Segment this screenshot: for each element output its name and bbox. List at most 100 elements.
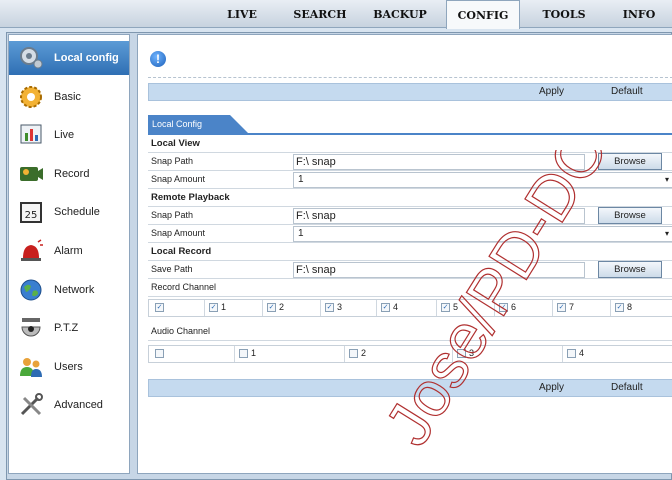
- snap-amount-value: 1: [298, 228, 304, 239]
- chevron-down-icon: ▾: [664, 175, 669, 184]
- divider: [148, 77, 672, 78]
- channel-label: 7: [569, 302, 575, 312]
- save-path-row: Save Path F:\ snap Browse: [148, 261, 672, 279]
- sidebar-item-advanced[interactable]: Advanced: [9, 388, 129, 422]
- tab-tools[interactable]: TOOLS: [534, 0, 594, 28]
- audio-checkbox[interactable]: [239, 349, 248, 358]
- remote-snap-path-input[interactable]: F:\ snap: [293, 208, 585, 224]
- apply-button[interactable]: Apply: [539, 86, 564, 97]
- channel-cell: ✓ 2: [263, 300, 321, 316]
- tab-search[interactable]: SEARCH: [290, 0, 350, 28]
- channel-label: 4: [393, 302, 399, 312]
- select-all-checkbox[interactable]: ✓: [155, 303, 164, 312]
- channel-cell: ✓ 4: [377, 300, 437, 316]
- channel-label: 3: [337, 302, 343, 312]
- browse-button[interactable]: Browse: [598, 207, 662, 224]
- audio-checkbox[interactable]: [457, 349, 466, 358]
- audio-label: 1: [251, 348, 257, 358]
- snap-path-input[interactable]: F:\ snap: [293, 154, 585, 170]
- chart-icon: [20, 124, 42, 144]
- snap-amount-value: 1: [298, 174, 304, 185]
- tab-config[interactable]: CONFIG: [446, 0, 520, 29]
- remote-snap-amount-row: Snap Amount 1 ▾: [148, 225, 672, 243]
- browse-button[interactable]: Browse: [598, 261, 662, 278]
- sidebar-item-schedule[interactable]: 25 Schedule: [9, 195, 129, 229]
- audio-label: 4: [579, 348, 585, 358]
- channel-checkbox[interactable]: ✓: [615, 303, 624, 312]
- channel-checkbox[interactable]: ✓: [325, 303, 334, 312]
- record-channel-row: Record Channel: [148, 279, 672, 297]
- channel-label: 2: [279, 302, 285, 312]
- audio-checkbox[interactable]: [349, 349, 358, 358]
- channel-checkbox[interactable]: ✓: [441, 303, 450, 312]
- default-button[interactable]: Default: [611, 382, 643, 393]
- chevron-down-icon: ▾: [664, 229, 669, 238]
- sidebar-item-local-config[interactable]: Local config: [9, 41, 129, 75]
- channel-label: 8: [627, 302, 633, 312]
- sidebar-item-record[interactable]: Record: [9, 157, 129, 191]
- channel-checkbox[interactable]: ✓: [557, 303, 566, 312]
- sidebar-item-label: Record: [54, 168, 90, 180]
- remote-snap-path-row: Snap Path F:\ snap Browse: [148, 207, 672, 225]
- sidebar-item-users[interactable]: Users: [9, 350, 129, 384]
- main-panel: ! Apply Default Local Config Local View …: [137, 34, 672, 474]
- globe-icon: [20, 279, 42, 301]
- channel-cell: ✓ 5: [437, 300, 495, 316]
- camera-icon: [21, 318, 41, 337]
- tab-live[interactable]: LIVE: [218, 0, 266, 28]
- channel-label: 5: [453, 302, 459, 312]
- channel-checkbox[interactable]: ✓: [209, 303, 218, 312]
- top-nav: LIVE SEARCH BACKUP CONFIG TOOLS INFO: [0, 0, 672, 29]
- tab-backup[interactable]: BACKUP: [370, 0, 430, 28]
- calendar-icon: 25: [20, 202, 42, 223]
- section-tab-local-config[interactable]: Local Config: [148, 115, 248, 133]
- audio-label: 3: [469, 348, 475, 358]
- sidebar-item-label: Schedule: [54, 206, 100, 218]
- channel-cell: ✓ 3: [321, 300, 377, 316]
- sidebar: Local config Basic Live Record 25 Schedu…: [8, 34, 130, 474]
- action-bar-top: Apply Default: [148, 83, 672, 101]
- snap-path-row: Snap Path F:\ snap Browse: [148, 153, 672, 171]
- browse-button[interactable]: Browse: [598, 153, 662, 170]
- sidebar-item-alarm[interactable]: Alarm: [9, 234, 129, 268]
- record-icon: [20, 167, 43, 181]
- sidebar-item-basic[interactable]: Basic: [9, 80, 129, 114]
- alarm-icon: [21, 239, 43, 261]
- audio-checkbox[interactable]: [567, 349, 576, 358]
- audio-cell: 4: [563, 346, 672, 362]
- remote-snap-amount-select[interactable]: 1 ▾: [293, 226, 672, 242]
- sidebar-item-live[interactable]: Live: [9, 118, 129, 152]
- config-table: Local View Snap Path F:\ snap Browse Sna…: [148, 133, 672, 363]
- snap-amount-label: Snap Amount: [151, 174, 206, 184]
- section-header: Local View: [148, 135, 672, 153]
- audio-cell: 2: [345, 346, 453, 362]
- users-icon: [20, 358, 42, 377]
- channel-checkbox[interactable]: ✓: [499, 303, 508, 312]
- svg-text:25: 25: [25, 210, 38, 221]
- audio-all-cell: [149, 346, 235, 362]
- audio-label: 2: [361, 348, 367, 358]
- sidebar-item-label: Advanced: [54, 399, 103, 411]
- audio-cell: 1: [235, 346, 345, 362]
- apply-button[interactable]: Apply: [539, 382, 564, 393]
- channel-cell: ✓ 8: [611, 300, 672, 316]
- channel-label: 6: [511, 302, 517, 312]
- sidebar-item-label: P.T.Z: [54, 322, 79, 334]
- channel-checkbox[interactable]: ✓: [267, 303, 276, 312]
- default-button[interactable]: Default: [611, 86, 643, 97]
- channel-checkbox[interactable]: ✓: [381, 303, 390, 312]
- sidebar-item-ptz[interactable]: P.T.Z: [9, 311, 129, 345]
- audio-channel-label: Audio Channel: [151, 326, 211, 336]
- info-icon: !: [150, 51, 166, 67]
- sidebar-item-network[interactable]: Network: [9, 273, 129, 307]
- snap-path-label: Snap Path: [151, 156, 194, 166]
- sidebar-item-label: Local config: [54, 52, 119, 64]
- snap-path-label: Snap Path: [151, 210, 194, 220]
- select-all-checkbox[interactable]: [155, 349, 164, 358]
- sidebar-item-label: Basic: [54, 91, 81, 103]
- snap-amount-select[interactable]: 1 ▾: [293, 172, 672, 188]
- audio-channel-row: Audio Channel: [148, 323, 672, 341]
- save-path-input[interactable]: F:\ snap: [293, 262, 585, 278]
- tab-info[interactable]: INFO: [614, 0, 664, 28]
- sidebar-item-label: Network: [54, 284, 95, 296]
